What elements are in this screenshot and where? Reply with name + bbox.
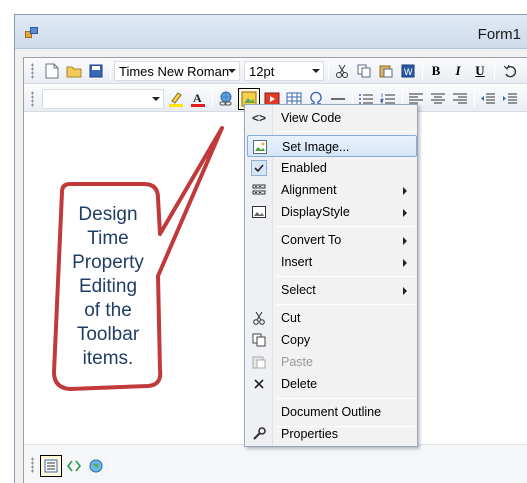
paste-icon	[251, 354, 267, 370]
menu-item-label: Document Outline	[281, 405, 382, 419]
checkmark-icon	[251, 160, 267, 176]
menu-item-label: Cut	[281, 311, 301, 325]
code-brackets-icon: <>	[251, 111, 266, 125]
menu-item-label: Insert	[281, 255, 313, 269]
menu-separator	[277, 226, 415, 227]
copy-icon	[251, 332, 267, 348]
callout-line: Design	[78, 204, 138, 225]
menu-separator	[277, 131, 415, 132]
callout-line: items.	[82, 348, 134, 369]
menu-item-label: Delete	[281, 377, 318, 391]
menu-item-alignment[interactable]: Alignment	[247, 179, 417, 201]
callout-text: Design Time Property Editing of the Tool…	[56, 203, 160, 371]
menu-item-label: Copy	[281, 333, 311, 347]
menu-item-label: Convert To	[281, 233, 342, 247]
menu-item-label: Alignment	[281, 183, 337, 197]
menu-separator	[277, 304, 415, 305]
menu-item-cut[interactable]: Cut	[247, 307, 417, 329]
menu-item-displaystyle[interactable]: DisplayStyle	[247, 201, 417, 223]
menu-item-paste[interactable]: Paste	[247, 351, 417, 373]
alignment-icon	[251, 182, 267, 198]
menu-item-label: Paste	[281, 355, 313, 369]
menu-item-label: Set Image...	[282, 140, 350, 154]
menu-separator	[277, 276, 415, 277]
menu-item-delete[interactable]: Delete	[247, 373, 417, 395]
submenu-arrow-icon	[403, 259, 407, 267]
wrench-icon	[251, 426, 267, 442]
callout-line: Time	[87, 228, 129, 249]
callout-line: of the	[84, 300, 132, 321]
context-menu: <> View Code Set Image... Enabled Alignm…	[244, 104, 418, 447]
menu-item-copy[interactable]: Copy	[247, 329, 417, 351]
menu-item-label: DisplayStyle	[281, 205, 350, 219]
menu-item-view-code[interactable]: <> View Code	[247, 107, 417, 129]
submenu-arrow-icon	[403, 237, 407, 245]
menu-item-document-outline[interactable]: Document Outline	[247, 401, 417, 423]
scissors-icon	[251, 310, 267, 326]
submenu-arrow-icon	[403, 209, 407, 217]
menu-item-properties[interactable]: Properties	[247, 423, 417, 445]
menu-separator	[277, 398, 415, 399]
callout-line: Editing	[78, 276, 138, 297]
menu-item-label: Select	[281, 283, 316, 297]
callout-line: Toolbar	[76, 324, 140, 345]
picture-icon	[251, 204, 267, 220]
image-icon	[252, 139, 268, 155]
menu-item-label: Enabled	[281, 161, 327, 175]
menu-item-select[interactable]: Select	[247, 279, 417, 301]
menu-item-set-image[interactable]: Set Image...	[247, 135, 417, 157]
screenshot-stage: Form1 Times New Roman 12pt W B I U A Des…	[0, 0, 527, 483]
menu-item-label: Properties	[281, 427, 338, 441]
menu-item-convert-to[interactable]: Convert To	[247, 229, 417, 251]
delete-x-icon	[251, 376, 267, 392]
submenu-arrow-icon	[403, 287, 407, 295]
submenu-arrow-icon	[403, 187, 407, 195]
menu-item-enabled[interactable]: Enabled	[247, 157, 417, 179]
menu-item-insert[interactable]: Insert	[247, 251, 417, 273]
menu-item-label: View Code	[281, 111, 342, 125]
callout-line: Property	[72, 252, 144, 273]
